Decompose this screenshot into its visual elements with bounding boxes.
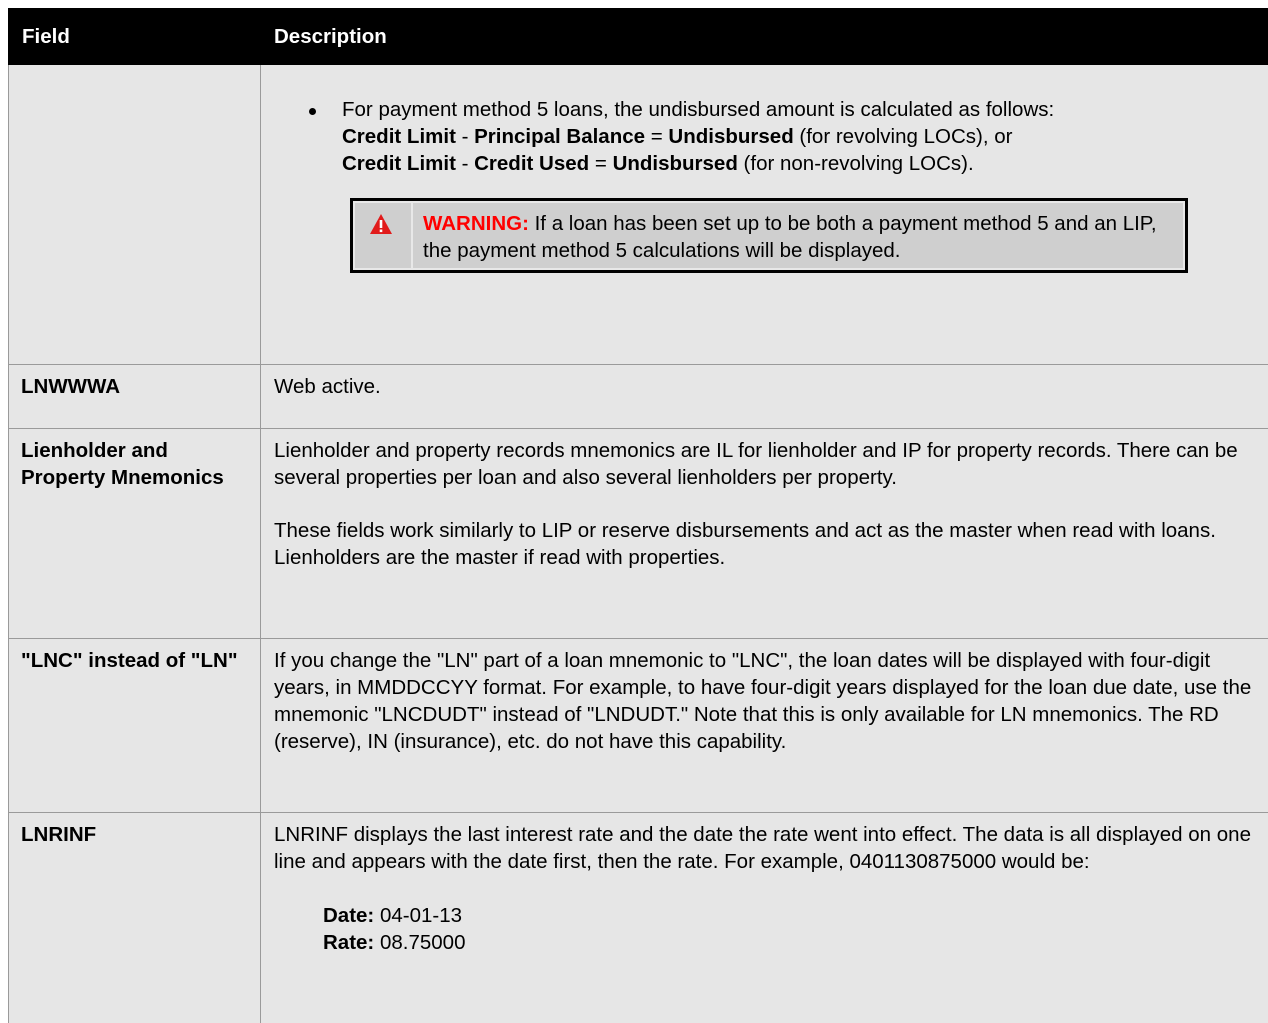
description-column-header: Description	[260, 8, 1268, 65]
description-cell: For payment method 5 loans, the undisbur…	[260, 64, 1268, 365]
description-cell: If you change the "LN" part of a loan mn…	[260, 637, 1268, 813]
example-block: Date: 04-01-13 Rate: 08.75000	[274, 902, 1255, 956]
bullet-list: For payment method 5 loans, the undisbur…	[274, 96, 1255, 177]
formula-note: (for revolving LOCs), or	[793, 125, 1013, 148]
field-column-header: Field	[8, 8, 261, 65]
description-cell: LNRINF displays the last interest rate a…	[260, 811, 1268, 1023]
formula-term: Principal Balance	[474, 125, 646, 148]
paragraph: Lienholder and property records mnemonic…	[274, 438, 1238, 489]
date-label: Date:	[323, 903, 375, 927]
table-row-pm5: For payment method 5 loans, the undisbur…	[8, 64, 1268, 365]
warning-triangle-icon	[370, 214, 392, 234]
formula-op: =	[645, 125, 669, 148]
date-value: 04-01-13	[374, 903, 463, 927]
warning-box: WARNING: If a loan has been set up to be…	[350, 198, 1188, 273]
field-cell: LNRINF	[8, 811, 261, 1023]
description-cell: Web active.	[260, 363, 1268, 429]
formula-term: Credit Limit	[342, 125, 456, 148]
rate-label: Rate:	[323, 930, 375, 954]
table-row-lienholder: Lienholder and Property Mnemonics Lienho…	[8, 427, 1268, 639]
formula-term: Credit Limit	[342, 152, 456, 175]
paragraph: LNRINF displays the last interest rate a…	[274, 822, 1251, 873]
bullet-intro: For payment method 5 loans, the undisbur…	[342, 98, 1055, 121]
paragraph: These fields work similarly to LIP or re…	[274, 518, 1216, 569]
formula-op: -	[455, 125, 475, 148]
list-item: For payment method 5 loans, the undisbur…	[274, 96, 1255, 177]
mnemonics-table: Field Description For payment method 5 l…	[8, 8, 1268, 1023]
warning-text: WARNING: If a loan has been set up to be…	[413, 201, 1185, 270]
rate-value: 08.75000	[374, 930, 466, 954]
formula-op: =	[589, 152, 613, 175]
field-cell: "LNC" instead of "LN"	[8, 637, 261, 813]
formula-term: Credit Used	[474, 152, 590, 175]
field-cell	[8, 64, 261, 365]
formula-note: (for non-revolving LOCs).	[737, 152, 974, 175]
formula-term: Undisbursed	[612, 152, 738, 175]
field-cell: LNWWWA	[8, 363, 261, 429]
formula-op: -	[455, 152, 475, 175]
formula-term: Undisbursed	[668, 125, 794, 148]
table-header-row: Field Description	[8, 8, 1268, 65]
warning-body: If a loan has been set up to be both a p…	[423, 212, 1157, 262]
warning-icon-cell	[353, 201, 413, 270]
bullet-icon	[309, 108, 316, 115]
warning-label: WARNING:	[423, 212, 529, 235]
description-cell: Lienholder and property records mnemonic…	[260, 427, 1268, 639]
field-cell: Lienholder and Property Mnemonics	[8, 427, 261, 639]
table-row-lnwwwa: LNWWWA Web active.	[8, 363, 1268, 429]
table-row-lnrinf: LNRINF LNRINF displays the last interest…	[8, 811, 1268, 1023]
table-row-lnc: "LNC" instead of "LN" If you change the …	[8, 637, 1268, 813]
